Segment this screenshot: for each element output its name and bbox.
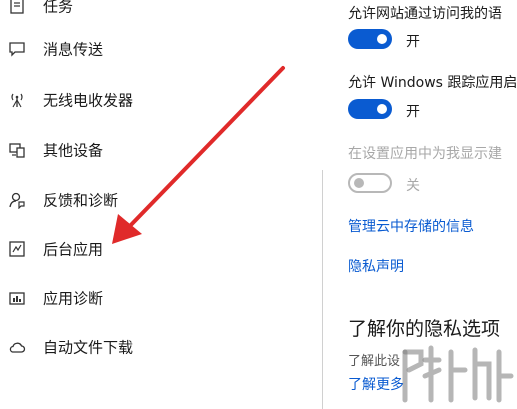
- privacy-options-heading: 了解你的隐私选项: [348, 318, 501, 340]
- settings-window: 任务 消息传送 无线电收发器 其他设备 反馈和诊断 后台应用 应用诊断 自动文件…: [0, 0, 517, 409]
- feedback-icon: [8, 191, 26, 209]
- sidebar-item-label: 应用诊断: [43, 289, 104, 308]
- sidebar-item-messaging[interactable]: 消息传送: [0, 29, 300, 69]
- privacy-statement-link[interactable]: 隐私声明: [348, 256, 404, 276]
- background-apps-icon: [8, 240, 26, 258]
- divider: [322, 170, 323, 409]
- toggle-state-label: 关: [406, 178, 420, 194]
- manage-cloud-info-link[interactable]: 管理云中存储的信息: [348, 216, 474, 236]
- toggle-knob: [354, 178, 364, 188]
- task-icon: [8, 0, 26, 15]
- sidebar-item-auto-downloads[interactable]: 自动文件下载: [0, 327, 300, 367]
- sidebar-item-label: 反馈和诊断: [43, 191, 119, 210]
- toggle-knob: [377, 104, 387, 114]
- sidebar-item-tasks[interactable]: 任务: [0, 0, 300, 26]
- message-icon: [8, 40, 26, 58]
- sidebar-item-background-apps[interactable]: 后台应用: [0, 229, 300, 269]
- toggle-state-label: 开: [406, 104, 420, 120]
- toggle-knob: [377, 34, 387, 44]
- sidebar-item-app-diagnostics[interactable]: 应用诊断: [0, 278, 300, 318]
- sidebar-item-label: 无线电收发器: [43, 91, 134, 110]
- sidebar-item-label: 其他设备: [43, 141, 104, 160]
- toggle-state-label: 开: [406, 34, 420, 50]
- sidebar-item-other-devices[interactable]: 其他设备: [0, 130, 300, 170]
- app-launch-tracking-toggle[interactable]: [348, 99, 392, 119]
- privacy-description: 了解此设: [348, 354, 401, 369]
- radio-icon: [8, 91, 26, 109]
- sidebar-item-feedback-diagnostics[interactable]: 反馈和诊断: [0, 180, 300, 220]
- watermark-logo: [402, 345, 514, 403]
- setting-description: 允许网站通过访问我的语: [348, 6, 502, 22]
- sidebar-item-label: 后台应用: [43, 240, 104, 259]
- setting-description: 在设置应用中为我显示建: [348, 146, 502, 162]
- sidebar: 任务 消息传送 无线电收发器 其他设备 反馈和诊断 后台应用 应用诊断 自动文件…: [0, 0, 320, 409]
- sidebar-item-radios[interactable]: 无线电收发器: [0, 80, 300, 120]
- sidebar-item-label: 任务: [43, 0, 74, 16]
- devices-icon: [8, 141, 26, 159]
- cloud-icon: [8, 338, 26, 356]
- sidebar-item-label: 自动文件下载: [43, 338, 134, 357]
- setting-description: 允许 Windows 跟踪应用启: [348, 75, 517, 91]
- suggested-content-toggle[interactable]: [348, 173, 392, 193]
- app-diagnostics-icon: [8, 289, 26, 307]
- website-language-toggle[interactable]: [348, 29, 392, 49]
- sidebar-item-label: 消息传送: [43, 40, 104, 59]
